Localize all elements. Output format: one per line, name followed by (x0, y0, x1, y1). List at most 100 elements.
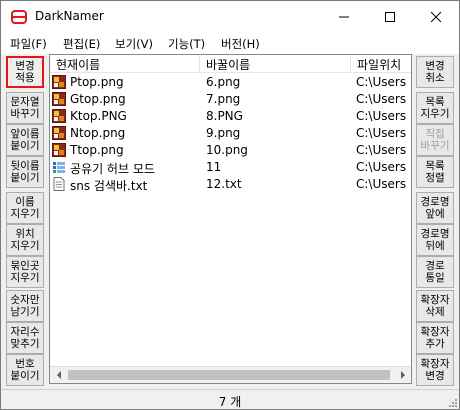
path-suffix-button[interactable]: 경로명 뒤에 (416, 224, 454, 256)
location-cell: C:\Users (356, 160, 407, 174)
column-location[interactable]: 파일위치 (351, 56, 411, 73)
image-file-icon (52, 126, 66, 140)
app-window: DarkNamer 파일(F) 편집(E) 보기(V) 기능(T) 버전(H) … (0, 0, 460, 410)
close-icon (430, 11, 442, 22)
list-header: 현재이름 바꿀이름 파일위치 (50, 55, 411, 73)
button-label: 묶인곳 지우기 (10, 260, 40, 284)
menu-view[interactable]: 보기(V) (115, 36, 153, 52)
table-row[interactable]: Ptop.png 6.png C:\Users (50, 74, 411, 91)
title-bar: DarkNamer (1, 1, 459, 32)
list-rows: Ptop.png 6.png C:\Users Gtop.png 7.png C:\Use… (50, 74, 411, 193)
table-row[interactable]: Ktop.PNG 8.PNG C:\Users (50, 108, 411, 125)
menu-file[interactable]: 파일(F) (10, 36, 47, 52)
location-cell: C:\Users (356, 75, 407, 89)
new-name-cell: 11 (206, 160, 222, 174)
add-suffix-button[interactable]: 뒷이름 붙이기 (6, 156, 44, 188)
button-label: 확장자 추가 (420, 326, 450, 350)
delete-name-button[interactable]: 이름 지우기 (6, 192, 44, 224)
menu-version[interactable]: 버전(H) (221, 36, 260, 52)
maximize-icon (385, 11, 395, 22)
current-name-cell: Ktop.PNG (70, 109, 127, 123)
table-row[interactable]: Ttop.png 10.png C:\Users (50, 142, 411, 159)
chevron-left-icon (56, 371, 61, 379)
location-cell: C:\Users (356, 177, 407, 191)
add-extension-button[interactable]: 확장자 추가 (416, 322, 454, 354)
window-title: DarkNamer (35, 9, 104, 23)
new-name-cell: 8.PNG (206, 109, 243, 123)
button-label: 자리수 맞추기 (10, 326, 40, 350)
unify-path-button[interactable]: 경로 통일 (416, 256, 454, 288)
delete-position-button[interactable]: 위치 지우기 (6, 224, 44, 256)
button-label: 목록 정렬 (425, 160, 445, 184)
clear-list-button[interactable]: 목록 지우기 (416, 92, 454, 124)
item-count: 7 개 (218, 395, 242, 409)
image-file-icon (52, 143, 66, 157)
menu-tools[interactable]: 기능(T) (168, 36, 205, 52)
change-extension-button[interactable]: 확장자 변경 (416, 354, 454, 386)
current-name-cell: sns 검색바.txt (70, 179, 148, 193)
image-file-icon (52, 109, 66, 123)
button-label: 위치 지우기 (10, 228, 40, 252)
add-prefix-button[interactable]: 앞이름 붙이기 (6, 124, 44, 156)
apply-changes-button[interactable]: 변경 적용 (6, 56, 44, 88)
file-list[interactable]: 현재이름 바꿀이름 파일위치 Ptop.png 6.png C:\Users Gtop… (49, 54, 412, 384)
minimize-button[interactable] (321, 1, 367, 32)
location-cell: C:\Users (356, 126, 407, 140)
menu-bar: 파일(F) 편집(E) 보기(V) 기능(T) 버전(H) (1, 32, 459, 54)
button-label: 숫자만 남기기 (10, 294, 40, 318)
status-bar: 7 개 (1, 389, 459, 409)
table-row[interactable]: sns 검색바.txt 12.txt C:\Users (50, 176, 411, 193)
table-row[interactable]: Gtop.png 7.png C:\Users (50, 91, 411, 108)
button-label: 확장자 변경 (420, 358, 450, 382)
new-name-cell: 7.png (206, 92, 241, 106)
add-number-button[interactable]: 번호 붙이기 (6, 354, 44, 386)
column-current-name[interactable]: 현재이름 (50, 56, 200, 73)
button-label: 이름 지우기 (10, 196, 40, 220)
table-row[interactable]: Ntop.png 9.png C:\Users (50, 125, 411, 142)
shortcut-icon (52, 160, 66, 174)
image-file-icon (52, 75, 66, 89)
text-file-icon (52, 177, 66, 191)
column-new-name[interactable]: 바꿀이름 (200, 56, 351, 73)
replace-string-button[interactable]: 문자열 바꾸기 (6, 92, 44, 124)
sort-list-button[interactable]: 목록 정렬 (416, 156, 454, 188)
delete-extension-button[interactable]: 확장자 삭제 (416, 290, 454, 322)
direct-rename-button[interactable]: 직접 바꾸기 (416, 124, 454, 156)
maximize-button[interactable] (367, 1, 413, 32)
delete-brackets-button[interactable]: 묶인곳 지우기 (6, 256, 44, 288)
resize-grip-icon[interactable] (447, 397, 457, 407)
table-row[interactable]: 공유기 허브 모드 11 C:\Users (50, 159, 411, 176)
pad-digits-button[interactable]: 자리수 맞추기 (6, 322, 44, 354)
scrollbar-thumb[interactable] (68, 370, 390, 380)
location-cell: C:\Users (356, 109, 407, 123)
button-label: 직접 바꾸기 (420, 128, 450, 152)
image-file-icon (52, 92, 66, 106)
new-name-cell: 6.png (206, 75, 241, 89)
path-prefix-button[interactable]: 경로명 앞에 (416, 192, 454, 224)
horizontal-scrollbar[interactable] (50, 366, 411, 383)
current-name-cell: Ttop.png (70, 143, 124, 157)
current-name-cell: Gtop.png (70, 92, 126, 106)
button-label: 목록 지우기 (420, 96, 450, 120)
button-label: 경로명 앞에 (420, 196, 450, 220)
menu-edit[interactable]: 편집(E) (63, 36, 100, 52)
scroll-left-button[interactable] (50, 367, 67, 383)
app-icon (11, 10, 27, 24)
current-name-cell: Ptop.png (70, 75, 124, 89)
new-name-cell: 12.txt (206, 177, 242, 191)
button-label: 경로명 뒤에 (420, 228, 450, 252)
button-label: 앞이름 붙이기 (10, 128, 40, 152)
new-name-cell: 9.png (206, 126, 241, 140)
button-label: 번호 붙이기 (10, 358, 40, 382)
close-button[interactable] (413, 1, 459, 32)
button-label: 변경 적용 (15, 60, 35, 84)
scroll-right-button[interactable] (394, 367, 411, 383)
new-name-cell: 10.png (206, 143, 248, 157)
location-cell: C:\Users (356, 92, 407, 106)
button-label: 경로 통일 (425, 260, 445, 284)
minimize-icon (339, 16, 349, 17)
keep-numbers-button[interactable]: 숫자만 남기기 (6, 290, 44, 322)
cancel-changes-button[interactable]: 변경 취소 (416, 56, 454, 88)
button-label: 확장자 삭제 (420, 294, 450, 318)
button-label: 문자열 바꾸기 (10, 96, 40, 120)
